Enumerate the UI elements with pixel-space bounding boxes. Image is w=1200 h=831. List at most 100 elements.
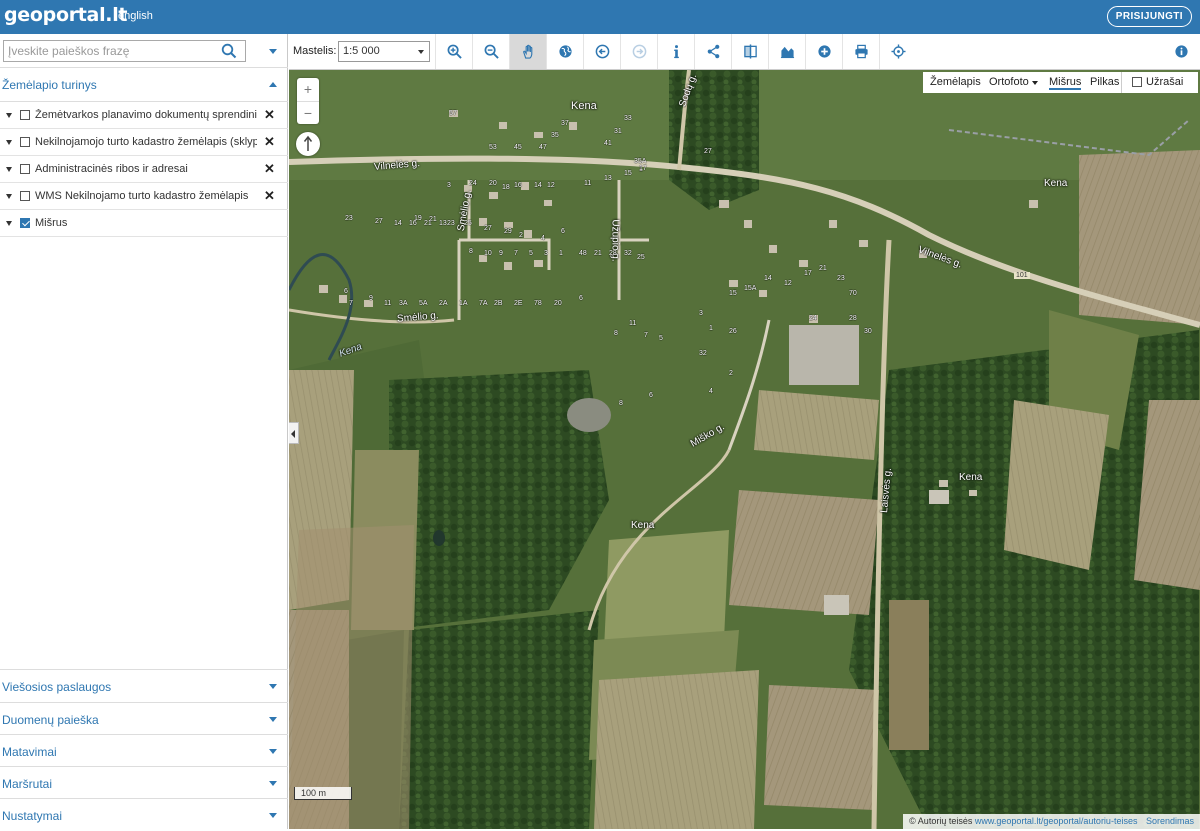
add-icon [818, 45, 831, 58]
share-button[interactable] [694, 34, 731, 69]
search-input[interactable] [3, 40, 246, 62]
section-settings[interactable]: Nustatymai [0, 798, 288, 831]
collapse-sidebar-button[interactable] [289, 422, 299, 444]
house-number-label: 18 [502, 184, 510, 191]
chevron-down-icon[interactable] [269, 813, 277, 818]
divider [1121, 72, 1122, 93]
basemap-ortofoto[interactable]: Ortofoto [989, 76, 1029, 88]
house-number-label: 14 [394, 220, 402, 227]
expand-triangle-icon[interactable] [6, 140, 12, 145]
layer-checkbox-checked[interactable] [20, 218, 30, 228]
basemap-zemelapis[interactable]: Žemėlapis [930, 76, 981, 88]
section-title: Matavimai [2, 745, 57, 759]
info-icon [674, 45, 679, 59]
layer-item[interactable]: Administracinės ribos ir adresai ✕ [0, 156, 288, 183]
login-button[interactable]: PRISIJUNGTI [1106, 6, 1192, 27]
attribution-link[interactable]: www.geoportal.lt/geoportal/autoriu-teise… [975, 816, 1138, 826]
expand-triangle-icon[interactable] [6, 221, 12, 226]
zoom-out-button[interactable] [472, 34, 509, 69]
house-number-label: 4 [709, 388, 713, 395]
locate-button[interactable] [879, 34, 916, 69]
house-number-label: 21 [819, 265, 827, 272]
chevron-down-icon[interactable] [269, 717, 277, 722]
attribution-suffix-link[interactable]: Sorendimas [1146, 816, 1194, 826]
help-button[interactable] [1163, 34, 1200, 69]
basemap-misrus[interactable]: Mišrus [1049, 76, 1082, 90]
section-title: Duomenų paieška [2, 713, 99, 727]
remove-layer-close-icon[interactable]: ✕ [264, 161, 275, 177]
search-icon[interactable] [221, 43, 237, 59]
section-measurements[interactable]: Matavimai [0, 734, 288, 767]
remove-layer-close-icon[interactable]: ✕ [264, 107, 275, 123]
profile-button[interactable] [768, 34, 805, 69]
basemap-pilkas[interactable]: Pilkas [1090, 76, 1119, 88]
compass-north-icon[interactable] [296, 132, 320, 156]
remove-layer-close-icon[interactable]: ✕ [264, 134, 275, 150]
next-extent-icon [632, 44, 647, 59]
layer-checkbox[interactable] [20, 110, 30, 120]
section-routes[interactable]: Maršrutai [0, 766, 288, 799]
language-link[interactable]: english [118, 10, 153, 22]
zoom-in-button[interactable] [435, 34, 472, 69]
search-options-chevron-down-icon[interactable] [269, 49, 277, 54]
layer-item[interactable]: Mišrus [0, 210, 288, 237]
sidebar: Žemėlapio turinys Žemėtvarkos planavimo … [0, 34, 288, 829]
print-button[interactable] [842, 34, 879, 69]
scale-bar: 100 m [294, 787, 352, 800]
layer-item[interactable]: Nekilnojamojo turto kadastro žemėlapis (… [0, 129, 288, 156]
house-number-label: 15 [624, 170, 632, 177]
full-extent-button[interactable] [546, 34, 583, 69]
logo[interactable]: geoportal.lt [4, 4, 128, 26]
house-number-label: 2E [514, 300, 523, 307]
chevron-down-icon[interactable] [1032, 81, 1038, 85]
map-view[interactable]: + − Žemėlapis Ortofoto Mišrus Pilkas Užr… [289, 70, 1200, 829]
print-icon [855, 44, 868, 59]
remove-layer-close-icon[interactable]: ✕ [264, 188, 275, 204]
house-number-label: 7 [644, 332, 648, 339]
layer-checkbox[interactable] [20, 191, 30, 201]
layer-label: Žemėtvarkos planavimo dokumentų sprendin… [35, 109, 257, 121]
zoom-in-control[interactable]: + [297, 78, 319, 101]
house-number-label: 27 [484, 225, 492, 232]
identify-button[interactable] [657, 34, 694, 69]
expand-triangle-icon[interactable] [6, 113, 12, 118]
house-number-label: 1 [709, 325, 713, 332]
expand-triangle-icon[interactable] [6, 194, 12, 199]
house-number-label: 27 [375, 218, 383, 225]
labels-checkbox[interactable] [1132, 77, 1142, 87]
chevron-up-icon[interactable] [269, 82, 277, 87]
scale-value: 1:5 000 [343, 45, 380, 57]
next-extent-button[interactable] [620, 34, 657, 69]
layer-checkbox[interactable] [20, 137, 30, 147]
compare-button[interactable] [731, 34, 768, 69]
chevron-down-icon[interactable] [269, 781, 277, 786]
house-number-label: 2A [439, 300, 448, 307]
share-icon [707, 44, 720, 59]
scale-select[interactable]: 1:5 000 [338, 41, 430, 62]
section-title: Nustatymai [2, 809, 63, 823]
pan-button[interactable] [509, 34, 546, 69]
expand-triangle-icon[interactable] [6, 167, 12, 172]
zoom-out-icon [484, 44, 499, 59]
house-number-label: 12 [547, 182, 555, 189]
house-number-label: 31 [614, 128, 622, 135]
layer-item[interactable]: Žemėtvarkos planavimo dokumentų sprendin… [0, 102, 288, 129]
house-number-label: 12 [784, 280, 792, 287]
house-number-label: 35 [551, 132, 559, 139]
chevron-down-icon[interactable] [269, 749, 277, 754]
pan-hand-icon [523, 44, 533, 59]
previous-extent-button[interactable] [583, 34, 620, 69]
layers-panel-header[interactable]: Žemėlapio turinys [0, 68, 288, 102]
layer-item[interactable]: WMS Nekilnojamo turto kadastro žemėlapis… [0, 183, 288, 210]
add-button[interactable] [805, 34, 842, 69]
layer-checkbox[interactable] [20, 164, 30, 174]
chevron-down-icon[interactable] [269, 684, 277, 689]
compare-icon [744, 44, 757, 59]
house-number-label: 9 [369, 295, 373, 302]
house-number-label: 27 [704, 148, 712, 155]
zoom-out-control[interactable]: − [297, 101, 319, 124]
layer-label: Administracinės ribos ir adresai [35, 163, 188, 175]
previous-extent-icon [595, 44, 610, 59]
section-data-search[interactable]: Duomenų paieška [0, 702, 288, 735]
section-public-services[interactable]: Viešosios paslaugos [0, 669, 288, 702]
